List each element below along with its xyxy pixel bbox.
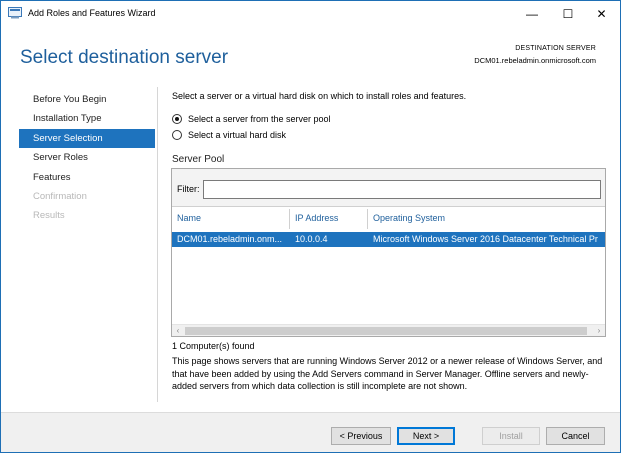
server-pool-description: This page shows servers that are running… [172,356,603,391]
column-header-operating-system[interactable]: Operating System [373,207,445,229]
minimize-icon: — [526,7,538,21]
cell-ip-address: 10.0.0.4 [295,234,328,244]
close-icon: ✕ [596,7,607,21]
wizard-footer: < Previous Next > Install Cancel [1,412,620,452]
filter-input[interactable] [203,180,601,199]
scroll-right-icon[interactable]: › [594,326,604,336]
destination-server-value: DCM01.rebeladmin.onmicrosoft.com [474,56,596,65]
filter-bar: Filter: [172,169,605,207]
column-header-name[interactable]: Name [177,207,201,229]
nav-item-server-selection[interactable]: Server Selection [19,128,155,149]
column-divider[interactable] [289,209,290,229]
wizard-steps-nav: Before You Begin Installation Type Serve… [19,90,155,226]
scrollbar-thumb[interactable] [185,327,587,335]
option-virtual-hard-disk[interactable]: Select a virtual hard disk [172,130,286,140]
column-divider[interactable] [367,209,368,229]
cell-server-name: DCM01.rebeladmin.onm... [177,234,283,244]
next-button[interactable]: Next > [397,427,455,445]
filter-label: Filter: [177,184,200,194]
option-server-pool[interactable]: Select a server from the server pool [172,114,331,124]
window-title: Add Roles and Features Wizard [28,8,156,18]
cancel-button[interactable]: Cancel [546,427,605,445]
horizontal-scrollbar[interactable]: ‹ › [172,324,605,336]
previous-button[interactable]: < Previous [331,427,391,445]
page-title: Select destination server [20,47,229,68]
cell-operating-system: Microsoft Windows Server 2016 Datacenter… [373,234,598,244]
title-bar[interactable]: Add Roles and Features Wizard — ☐ ✕ [1,1,620,27]
nav-item-installation-type[interactable]: Installation Type [19,109,155,128]
close-button[interactable]: ✕ [583,1,620,27]
maximize-icon: ☐ [562,7,574,21]
nav-item-before-you-begin[interactable]: Before You Begin [19,90,155,109]
server-pool-title: Server Pool [172,154,225,165]
nav-item-results: Results [33,210,65,222]
nav-item-confirmation: Confirmation [33,190,87,202]
destination-server-label: DESTINATION SERVER [515,45,596,52]
scroll-left-icon[interactable]: ‹ [173,326,183,336]
intro-text: Select a server or a virtual hard disk o… [172,91,467,101]
option-server-pool-label: Select a server from the server pool [188,114,331,124]
nav-item-features[interactable]: Features [19,168,155,187]
radio-virtual-hard-disk[interactable] [172,130,182,140]
install-button[interactable]: Install [482,427,540,445]
wizard-window: Add Roles and Features Wizard — ☐ ✕ Sele… [0,0,621,453]
option-virtual-hard-disk-label: Select a virtual hard disk [188,130,287,140]
server-pool-table: Filter: Name IP Address Operating System… [171,168,606,337]
table-row[interactable]: DCM01.rebeladmin.onm... 10.0.0.4 Microso… [172,232,605,247]
server-manager-icon [8,7,22,19]
nav-divider [157,87,158,402]
radio-server-pool[interactable] [172,114,182,124]
computer-count: 1 Computer(s) found [172,341,255,351]
column-header-ip-address[interactable]: IP Address [295,207,338,229]
nav-item-server-roles[interactable]: Server Roles [19,148,155,167]
